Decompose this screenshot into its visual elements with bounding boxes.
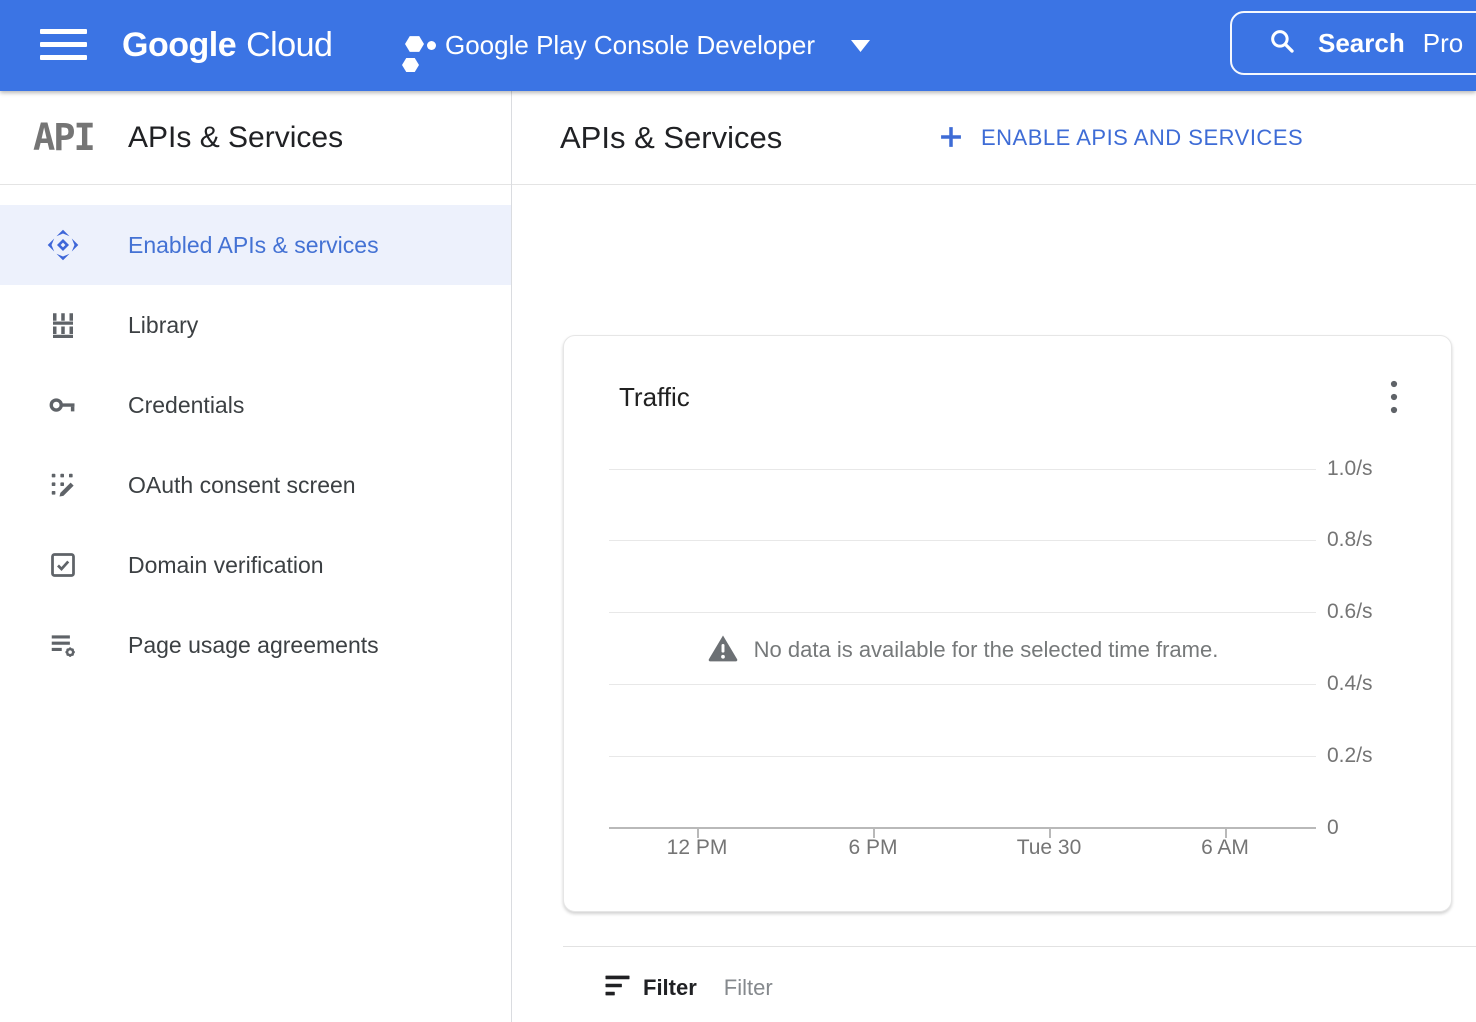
api-product-logo: API bbox=[33, 116, 128, 159]
x-tick-label: 6 PM bbox=[823, 836, 923, 860]
y-tick-label: 0.2/s bbox=[1327, 743, 1373, 769]
project-selector[interactable]: Google Play Console Developer bbox=[445, 0, 815, 91]
x-tick-label: 6 AM bbox=[1175, 836, 1275, 860]
page-usage-agreements-icon bbox=[46, 628, 80, 662]
key-icon bbox=[46, 388, 80, 422]
filter-row: Filter bbox=[604, 970, 1144, 1006]
sidebar-item-label: OAuth consent screen bbox=[128, 472, 356, 499]
y-tick-label: 0.8/s bbox=[1327, 527, 1373, 553]
chart-empty-message: No data is available for the selected ti… bbox=[754, 637, 1219, 663]
traffic-card-title: Traffic bbox=[619, 382, 690, 413]
y-tick-label: 0 bbox=[1327, 815, 1339, 841]
filter-list-icon bbox=[604, 974, 631, 1003]
oauth-consent-icon bbox=[46, 468, 80, 502]
y-tick-label: 1.0/s bbox=[1327, 456, 1373, 482]
project-hexagons-icon bbox=[400, 33, 438, 75]
gridline bbox=[609, 469, 1316, 470]
x-axis-line bbox=[609, 827, 1316, 829]
brand-google: Google bbox=[122, 26, 236, 65]
search-icon bbox=[1268, 27, 1296, 60]
enable-button-label: ENABLE APIS AND SERVICES bbox=[981, 125, 1303, 151]
x-tick-label: Tue 30 bbox=[999, 836, 1099, 860]
sidebar-item-label: Enabled APIs & services bbox=[128, 232, 379, 259]
y-tick-label: 0.4/s bbox=[1327, 671, 1373, 697]
sidebar-item-label: Credentials bbox=[128, 392, 244, 419]
sidebar-item-oauth-consent[interactable]: OAuth consent screen bbox=[0, 445, 511, 525]
sidebar-item-page-usage-agreements[interactable]: Page usage agreements bbox=[0, 605, 511, 685]
gridline bbox=[609, 612, 1316, 613]
kebab-menu-icon[interactable] bbox=[1378, 378, 1410, 416]
sidebar-item-label: Page usage agreements bbox=[128, 632, 379, 659]
search-label-rest: Pro bbox=[1423, 28, 1463, 59]
traffic-card: Traffic 1.0/s 0.8/s 0.6/s 0.4/s 0.2/s 0 bbox=[563, 335, 1452, 912]
library-icon bbox=[46, 308, 80, 342]
hamburger-menu-icon[interactable] bbox=[40, 29, 88, 60]
main-header: APIs & Services ENABLE APIS AND SERVICES bbox=[512, 91, 1476, 185]
divider bbox=[563, 946, 1476, 947]
brand-cloud: Cloud bbox=[246, 26, 332, 65]
filter-label: Filter bbox=[643, 975, 697, 1001]
gridline bbox=[609, 684, 1316, 685]
main-content: APIs & Services ENABLE APIS AND SERVICES… bbox=[512, 91, 1476, 1022]
google-cloud-logo[interactable]: Google Cloud bbox=[122, 0, 332, 91]
search-label: Search bbox=[1318, 28, 1405, 59]
sidebar-item-library[interactable]: Library bbox=[0, 285, 511, 365]
domain-verification-icon bbox=[46, 548, 80, 582]
x-tick-label: 12 PM bbox=[647, 836, 747, 860]
chevron-down-icon[interactable] bbox=[851, 40, 870, 52]
enabled-apis-icon bbox=[46, 228, 80, 262]
enable-apis-and-services-button[interactable]: ENABLE APIS AND SERVICES bbox=[937, 91, 1303, 185]
sidebar-menu: Enabled APIs & services Library bbox=[0, 185, 511, 685]
sidebar-item-enabled-apis[interactable]: Enabled APIs & services bbox=[0, 205, 511, 285]
sidebar: API APIs & Services Enabled APIs & servi… bbox=[0, 91, 512, 1022]
chart-empty-state: No data is available for the selected ti… bbox=[609, 630, 1316, 670]
sidebar-item-label: Library bbox=[128, 312, 198, 339]
sidebar-item-credentials[interactable]: Credentials bbox=[0, 365, 511, 445]
gridline bbox=[609, 540, 1316, 541]
sidebar-item-domain-verification[interactable]: Domain verification bbox=[0, 525, 511, 605]
filter-input[interactable] bbox=[724, 975, 1144, 1001]
search-bar[interactable]: Search Pro bbox=[1230, 11, 1476, 75]
plus-icon bbox=[937, 123, 965, 154]
page-title: APIs & Services bbox=[560, 91, 782, 185]
app-bar: Google Cloud Google Play Console Develop… bbox=[0, 0, 1476, 91]
sidebar-header: API APIs & Services bbox=[0, 91, 511, 185]
warning-icon bbox=[707, 633, 739, 668]
gridline bbox=[609, 756, 1316, 757]
y-tick-label: 0.6/s bbox=[1327, 599, 1373, 625]
sidebar-title: APIs & Services bbox=[128, 121, 343, 155]
sidebar-item-label: Domain verification bbox=[128, 552, 324, 579]
google-cloud-console-page: Google Cloud Google Play Console Develop… bbox=[0, 0, 1476, 1022]
